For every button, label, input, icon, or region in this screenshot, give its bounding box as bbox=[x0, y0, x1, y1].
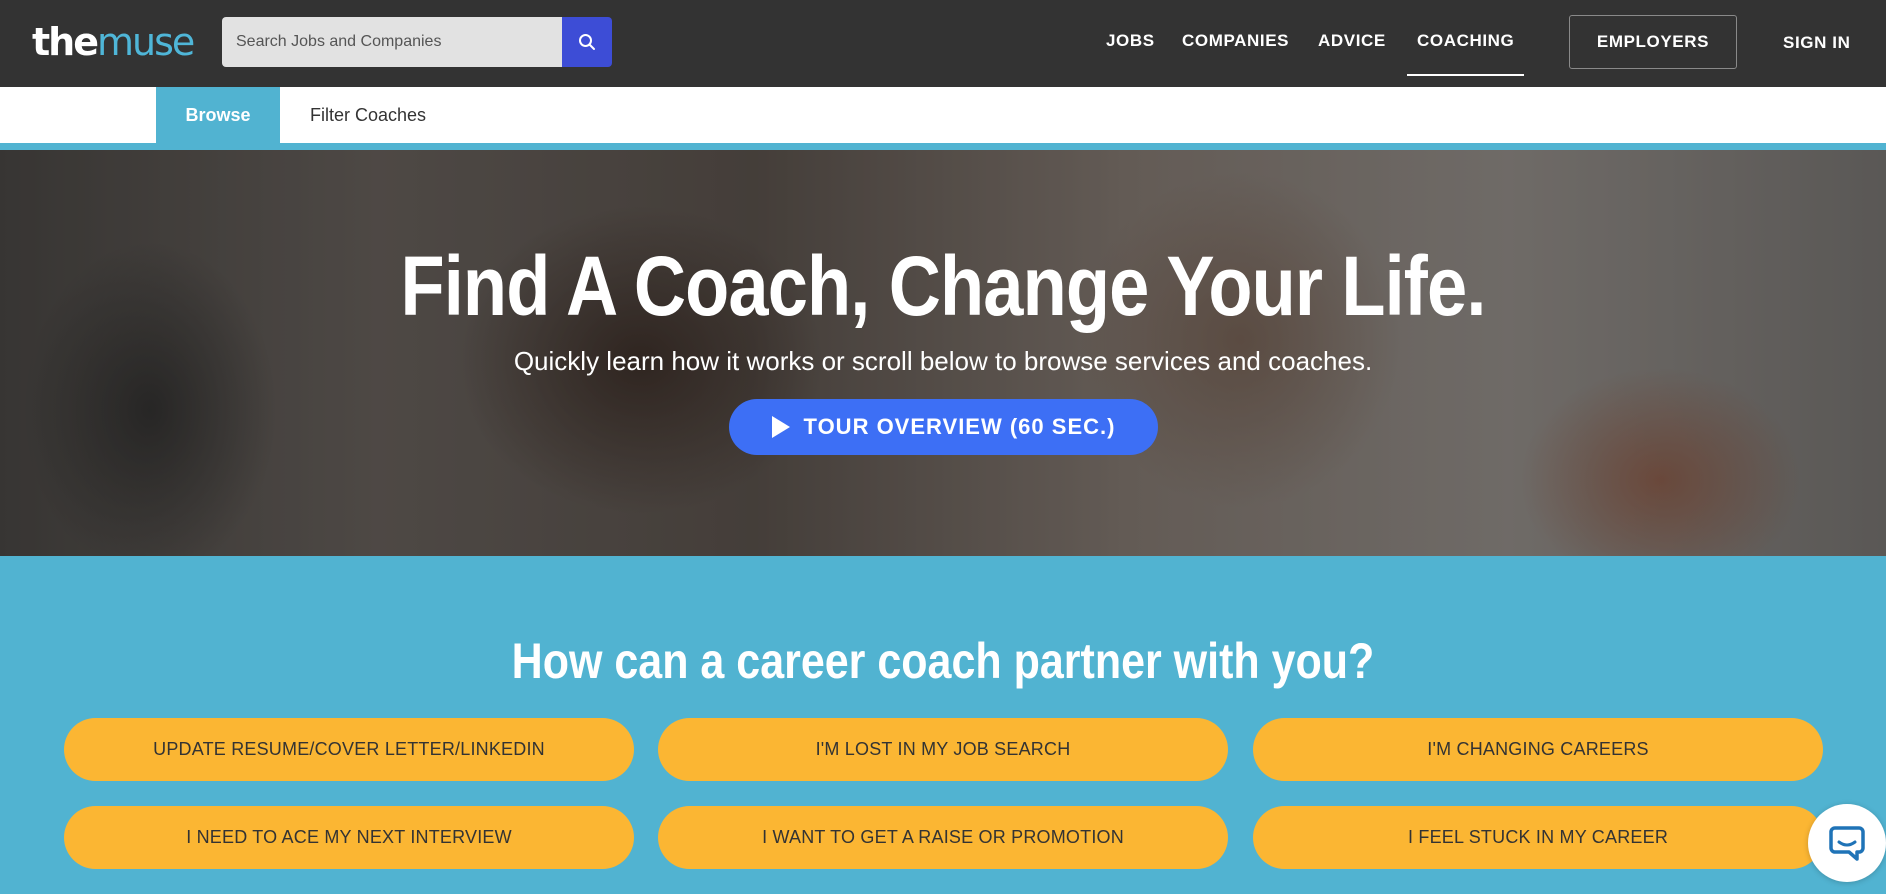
option-changing-careers[interactable]: I'M CHANGING CAREERS bbox=[1253, 718, 1823, 781]
option-raise-promotion[interactable]: I WANT TO GET A RAISE OR PROMOTION bbox=[658, 806, 1228, 869]
chat-icon bbox=[1829, 826, 1865, 861]
hero-banner: Find A Coach, Change Your Life. Quickly … bbox=[0, 150, 1886, 556]
tour-overview-label: TOUR OVERVIEW (60 SEC.) bbox=[803, 414, 1116, 439]
tab-filter-coaches[interactable]: Filter Coaches bbox=[310, 87, 426, 143]
search-bar bbox=[222, 17, 612, 67]
tab-browse[interactable]: Browse bbox=[156, 87, 280, 143]
sub-navigation-bar bbox=[0, 87, 1886, 143]
nav-companies[interactable]: COMPANIES bbox=[1182, 28, 1289, 58]
tour-overview-button[interactable]: TOUR OVERVIEW (60 SEC.) bbox=[729, 399, 1158, 455]
subnav-divider bbox=[0, 143, 1886, 150]
nav-jobs[interactable]: JOBS bbox=[1106, 28, 1155, 58]
hero-subtitle: Quickly learn how it works or scroll bel… bbox=[513, 346, 1373, 376]
option-lost-in-job-search[interactable]: I'M LOST IN MY JOB SEARCH bbox=[658, 718, 1228, 781]
search-icon bbox=[579, 34, 595, 50]
hero-title: Find A Coach, Change Your Life. bbox=[400, 239, 1486, 333]
search-input[interactable] bbox=[222, 17, 562, 67]
logo-muse-text: muse bbox=[97, 20, 195, 64]
option-ace-interview[interactable]: I NEED TO ACE MY NEXT INTERVIEW bbox=[64, 806, 634, 869]
themuse-logo[interactable]: themuse bbox=[32, 18, 195, 66]
top-navigation-bar: themuse JOBS COMPANIES ADVICE COACHING E… bbox=[0, 0, 1886, 87]
logo-the-text: the bbox=[32, 20, 99, 64]
option-update-resume[interactable]: UPDATE RESUME/COVER LETTER/LINKEDIN bbox=[64, 718, 634, 781]
career-section-title: How can a career coach partner with you? bbox=[511, 633, 1375, 689]
nav-coaching[interactable]: COACHING bbox=[1407, 28, 1525, 76]
play-icon bbox=[771, 416, 790, 438]
employers-button[interactable]: EMPLOYERS bbox=[1569, 15, 1737, 69]
option-stuck-in-career[interactable]: I FEEL STUCK IN MY CAREER bbox=[1253, 806, 1823, 869]
search-button[interactable] bbox=[562, 17, 612, 67]
sign-in-link[interactable]: SIGN IN bbox=[1783, 30, 1851, 60]
nav-advice[interactable]: ADVICE bbox=[1318, 28, 1386, 58]
chat-widget-button[interactable] bbox=[1808, 804, 1886, 882]
